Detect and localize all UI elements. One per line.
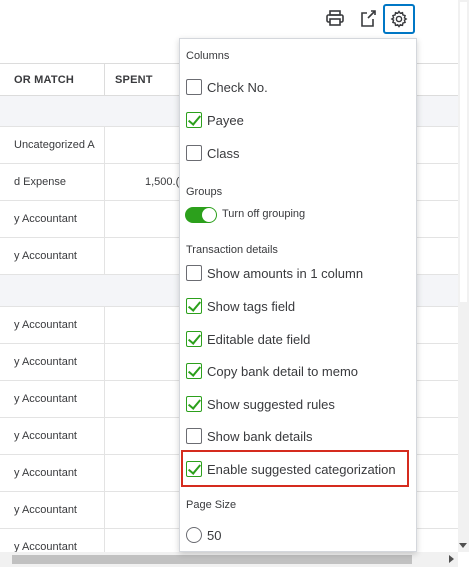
gear-icon	[390, 10, 408, 28]
cell-divider	[104, 418, 105, 454]
cell-divider	[104, 455, 105, 491]
cell-divider	[104, 238, 105, 274]
match-cell: y Accountant	[14, 467, 77, 479]
match-cell: y Accountant	[14, 504, 77, 516]
option-label: Copy bank detail to memo	[207, 363, 359, 379]
option-label: Show bank details	[207, 428, 313, 444]
option-show-suggested-rules[interactable]: Show suggested rules	[186, 394, 335, 414]
column-divider	[104, 64, 105, 97]
option-label: Payee	[207, 112, 244, 128]
spent-cell: 1,500.(	[145, 176, 180, 188]
option-label: Enable suggested categorization	[207, 461, 396, 477]
settings-button[interactable]	[383, 4, 415, 34]
transaction-details-heading: Transaction details	[186, 244, 278, 256]
cell-divider	[104, 381, 105, 417]
option-label: Editable date field	[207, 331, 311, 347]
checkbox-checked[interactable]	[186, 112, 202, 128]
option-show-amounts-one-column[interactable]: Show amounts in 1 column	[186, 263, 363, 283]
printer-icon	[326, 10, 344, 26]
cell-divider	[104, 344, 105, 380]
match-cell: y Accountant	[14, 319, 77, 331]
option-label: Show amounts in 1 column	[207, 265, 364, 281]
table-settings-panel: Columns Check No. Payee Class Groups Tur…	[179, 38, 417, 552]
scroll-right-arrow-icon[interactable]	[449, 555, 454, 563]
cell-divider	[104, 307, 105, 343]
option-show-tags-field[interactable]: Show tags field	[186, 296, 295, 316]
export-button[interactable]	[357, 6, 381, 30]
checkbox[interactable]	[186, 79, 202, 95]
match-cell: y Accountant	[14, 356, 77, 368]
match-cell: y Accountant	[14, 430, 77, 442]
radio-button[interactable]	[186, 527, 202, 543]
vertical-scroll-thumb[interactable]	[460, 2, 467, 302]
option-label: Show tags field	[207, 298, 296, 314]
horizontal-scrollbar[interactable]	[0, 552, 458, 567]
page-size-heading: Page Size	[186, 499, 237, 511]
cell-divider	[104, 127, 105, 163]
column-header-spent[interactable]: SPENT	[115, 74, 153, 86]
option-label: Class	[207, 145, 240, 161]
option-label: 50	[207, 527, 222, 543]
option-label: Check No.	[207, 79, 268, 95]
scroll-down-arrow-icon[interactable]	[459, 543, 467, 548]
match-cell: d Expense	[14, 176, 66, 188]
checkbox-checked[interactable]	[186, 298, 202, 314]
toggle-knob	[202, 208, 216, 222]
option-enable-suggested-categorization[interactable]: Enable suggested categorization	[186, 459, 396, 479]
match-cell: y Accountant	[14, 213, 77, 225]
match-cell: Uncategorized A	[14, 139, 95, 151]
checkbox-checked[interactable]	[186, 396, 202, 412]
option-check-no[interactable]: Check No.	[186, 77, 268, 97]
horizontal-scroll-thumb[interactable]	[12, 555, 412, 564]
columns-heading: Columns	[186, 50, 230, 62]
option-copy-bank-detail-to-memo[interactable]: Copy bank detail to memo	[186, 361, 358, 381]
checkbox-checked[interactable]	[186, 461, 202, 477]
checkbox[interactable]	[186, 428, 202, 444]
match-cell: y Accountant	[14, 250, 77, 262]
cell-divider	[104, 492, 105, 528]
match-cell: y Accountant	[14, 393, 77, 405]
grouping-toggle-label: Turn off grouping	[222, 208, 306, 220]
option-class[interactable]: Class	[186, 143, 240, 163]
checkbox[interactable]	[186, 265, 202, 281]
option-payee[interactable]: Payee	[186, 110, 244, 130]
checkbox-checked[interactable]	[186, 331, 202, 347]
cell-divider	[104, 201, 105, 237]
vertical-scrollbar[interactable]	[458, 0, 469, 552]
column-header-match[interactable]: OR MATCH	[14, 74, 74, 86]
option-editable-date-field[interactable]: Editable date field	[186, 329, 310, 349]
page-size-option-50[interactable]: 50	[186, 525, 221, 545]
cell-divider	[104, 164, 105, 200]
option-label: Show suggested rules	[207, 396, 335, 412]
export-icon	[361, 9, 376, 27]
grouping-toggle[interactable]	[185, 207, 217, 223]
print-button[interactable]	[323, 6, 347, 30]
checkbox[interactable]	[186, 145, 202, 161]
option-show-bank-details[interactable]: Show bank details	[186, 426, 313, 446]
checkbox-checked[interactable]	[186, 363, 202, 379]
groups-heading: Groups	[186, 186, 223, 198]
